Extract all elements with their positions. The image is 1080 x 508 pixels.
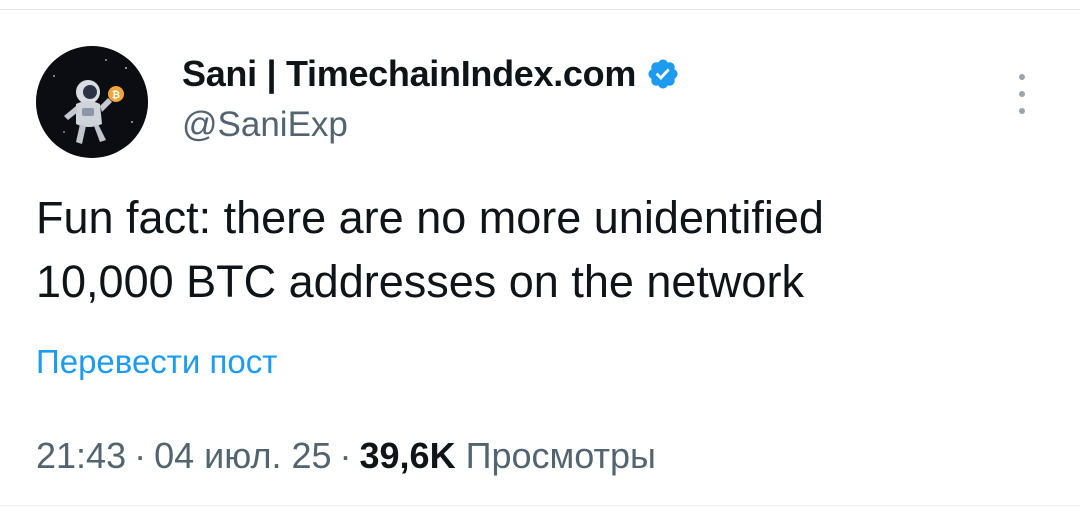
meta-separator: · [339, 435, 352, 476]
views-label: Просмотры [465, 435, 656, 476]
more-options-icon[interactable] [1010, 74, 1034, 114]
views-count[interactable]: 39,6K [360, 435, 456, 476]
author-name-row: Sani | TimechainIndex.com [182, 52, 680, 96]
avatar[interactable]: ₿ [36, 46, 148, 158]
more-dot [1019, 74, 1025, 80]
meta-separator: · [134, 435, 147, 476]
translate-post-link[interactable]: Перевести пост [36, 343, 277, 381]
astronaut-avatar-icon: ₿ [36, 46, 148, 158]
tweet-line: Fun fact: there are no more unidentified [36, 192, 824, 243]
verified-badge-icon[interactable] [646, 57, 680, 91]
author-display-name[interactable]: Sani | TimechainIndex.com [182, 53, 636, 95]
top-divider [0, 9, 1080, 10]
svg-text:₿: ₿ [112, 89, 120, 101]
tweet-meta: 21:43 · 04 июл. 25 · 39,6K Просмотры [36, 435, 656, 477]
tweet-line: 10,000 BTC addresses on the network [36, 256, 804, 307]
tweet-text: Fun fact: there are no more unidentified… [36, 186, 1036, 314]
tweet-date[interactable]: 04 июл. 25 [154, 435, 331, 476]
more-dot [1019, 91, 1025, 97]
bottom-divider [0, 505, 1080, 506]
author-handle[interactable]: @SaniExp [182, 105, 348, 145]
more-dot [1019, 108, 1025, 114]
tweet-time[interactable]: 21:43 [36, 435, 126, 476]
